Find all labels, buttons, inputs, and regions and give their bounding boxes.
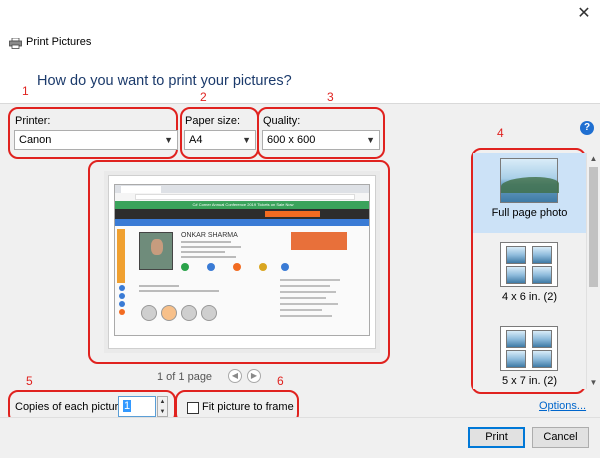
stepper-up-icon[interactable]: ▲ [158, 397, 167, 407]
full-page-thumbnail [500, 158, 559, 203]
profile-photo [139, 232, 173, 270]
preview-banner: C# Corner Annual Conference 2019 Tickets… [115, 201, 369, 209]
close-icon[interactable]: ✕ [576, 6, 592, 22]
cancel-button[interactable]: Cancel [532, 427, 589, 448]
fit-to-frame-label[interactable]: Fit picture to frame [202, 401, 294, 413]
scroll-down-icon[interactable]: ▼ [587, 377, 600, 389]
layout-list: Full page photo 4 x 6 in. (2) 5 x 7 in. … [473, 153, 586, 389]
scrollbar-thumb[interactable] [589, 167, 598, 287]
header-divider [0, 103, 600, 104]
title-bar: ✕ [0, 0, 600, 30]
options-link[interactable]: Options... [539, 400, 586, 412]
printer-select[interactable]: Canon ▼ [14, 130, 178, 150]
preview-image: C# Corner Annual Conference 2019 Tickets… [114, 184, 370, 336]
4x6-thumbnail [500, 242, 558, 287]
scroll-up-icon[interactable]: ▲ [587, 153, 600, 165]
chevron-down-icon: ▼ [242, 135, 251, 145]
preview-profile-name: ONKAR SHARMA [181, 232, 238, 239]
annotation-4: 4 [497, 126, 504, 140]
printer-label: Printer: [15, 115, 51, 127]
copies-value: 1 [123, 400, 132, 412]
print-preview: C# Corner Annual Conference 2019 Tickets… [108, 175, 376, 349]
annotation-3: 3 [327, 90, 334, 104]
quality-value: 600 x 600 [267, 134, 316, 146]
layout-scrollbar[interactable]: ▲ ▼ [586, 153, 599, 389]
annotation-2: 2 [200, 90, 207, 104]
quality-label: Quality: [263, 115, 301, 127]
layout-label: 5 x 7 in. (2) [501, 375, 558, 387]
paper-size-select[interactable]: A4 ▼ [184, 130, 256, 150]
fit-to-frame-checkbox[interactable] [187, 402, 199, 414]
printer-value: Canon [19, 134, 52, 146]
print-button[interactable]: Print [468, 427, 525, 448]
help-icon[interactable]: ? [580, 121, 594, 135]
copies-input[interactable]: 1 [118, 396, 156, 417]
annotation-1: 1 [22, 84, 29, 98]
paper-size-label: Paper size: [185, 115, 241, 127]
prev-page-icon[interactable]: ◀ [228, 369, 242, 383]
layout-5x7[interactable]: 5 x 7 in. (2) [473, 321, 586, 401]
copies-stepper[interactable]: ▲ ▼ [157, 396, 168, 417]
dialog-header: Print Pictures How do you want to print … [0, 30, 600, 104]
chevron-down-icon: ▼ [164, 135, 173, 145]
printer-icon [9, 38, 22, 49]
window-title: Print Pictures [26, 36, 92, 48]
page-title: How do you want to print your pictures? [37, 73, 292, 89]
layout-label: Full page photo [491, 207, 568, 219]
stepper-down-icon[interactable]: ▼ [158, 407, 167, 417]
chevron-down-icon: ▼ [366, 135, 375, 145]
annotation-5: 5 [26, 374, 33, 388]
layout-full-page[interactable]: Full page photo [473, 153, 586, 233]
page-count: 1 of 1 page [157, 371, 213, 383]
annotation-6: 6 [277, 374, 284, 388]
next-page-icon[interactable]: ▶ [247, 369, 261, 383]
quality-select[interactable]: 600 x 600 ▼ [262, 130, 380, 150]
layout-label: 4 x 6 in. (2) [501, 291, 558, 303]
paper-size-value: A4 [189, 134, 203, 146]
copies-label: Copies of each picture: [15, 401, 128, 413]
5x7-thumbnail [500, 326, 558, 371]
layout-4x6[interactable]: 4 x 6 in. (2) [473, 237, 586, 317]
